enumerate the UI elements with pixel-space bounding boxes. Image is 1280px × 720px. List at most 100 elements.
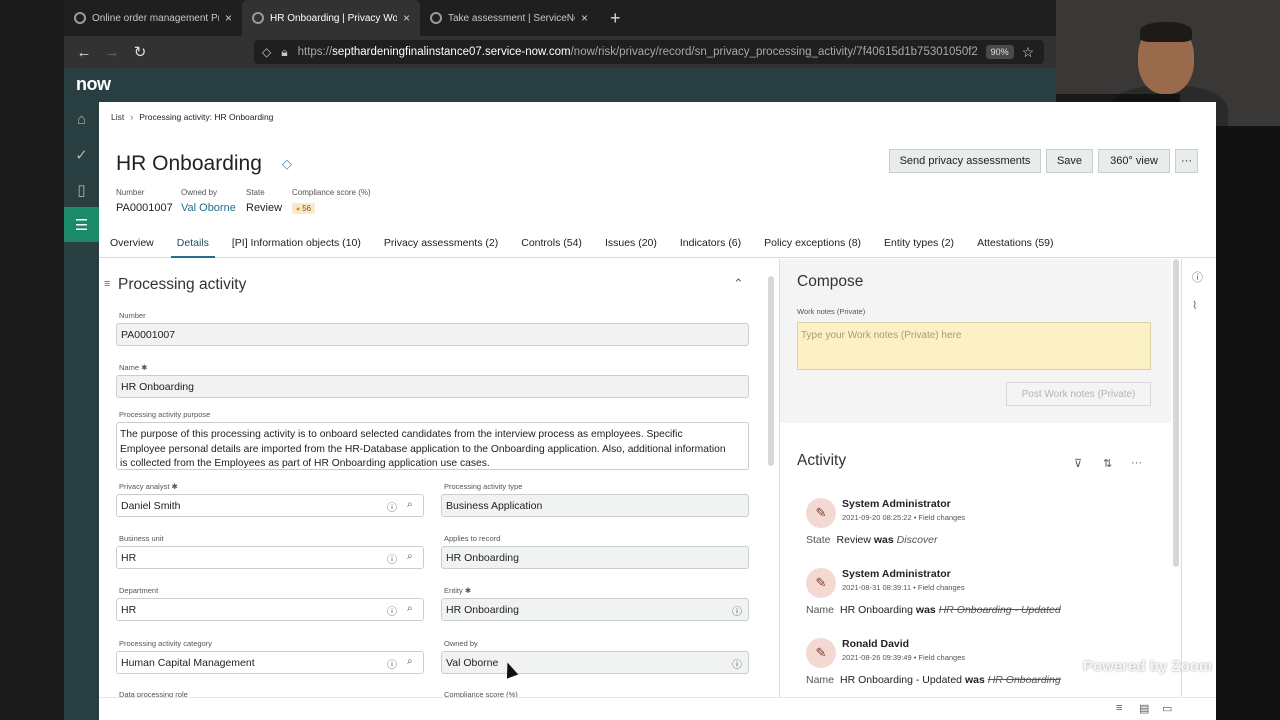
zoom-indicator[interactable]: 90% bbox=[985, 45, 1014, 59]
reload-icon[interactable]: ↻ bbox=[126, 43, 154, 61]
right-background bbox=[1216, 126, 1280, 720]
sort-icon[interactable]: ⇅ bbox=[1103, 457, 1112, 470]
back-icon[interactable]: ← bbox=[70, 44, 98, 61]
browser-tab[interactable]: Take assessment | ServiceNow × bbox=[420, 0, 598, 36]
search-icon[interactable]: ⌕ bbox=[407, 551, 413, 562]
info-icon[interactable]: ⓘ bbox=[387, 656, 397, 671]
business-unit-value: HR bbox=[121, 552, 137, 564]
entry-author[interactable]: System Administrator bbox=[842, 498, 951, 510]
entry-author[interactable]: System Administrator bbox=[842, 568, 951, 580]
tab-information-objects[interactable]: [PI] Information objects (10) bbox=[232, 230, 361, 257]
chevron-up-icon[interactable]: ⌃ bbox=[733, 276, 744, 292]
tab-issues[interactable]: Issues (20) bbox=[605, 230, 657, 257]
tab-policy-exceptions[interactable]: Policy exceptions (8) bbox=[764, 230, 861, 257]
post-worknotes-button[interactable]: Post Work notes (Private) bbox=[1006, 382, 1151, 406]
tab-entity-types[interactable]: Entity types (2) bbox=[884, 230, 954, 257]
compliance-badge: 56 bbox=[292, 203, 316, 214]
browser-tab-active[interactable]: HR Onboarding | Privacy Worksp × bbox=[242, 0, 420, 36]
list-view-icon[interactable]: ≡ bbox=[1116, 702, 1122, 714]
page-title: HR Onboarding bbox=[116, 152, 262, 175]
worknotes-input[interactable]: Type your Work notes (Private) here bbox=[797, 322, 1151, 370]
tab-privacy-assessments[interactable]: Privacy assessments (2) bbox=[384, 230, 498, 257]
purpose-textarea[interactable]: The purpose of this processing activity … bbox=[116, 422, 749, 470]
clipboard-icon[interactable]: ▯ bbox=[64, 172, 99, 207]
record-form: List › Processing activity: HR Onboardin… bbox=[99, 102, 1216, 720]
star-icon[interactable]: ☆ bbox=[1022, 44, 1035, 61]
full-view-icon[interactable]: ▭ bbox=[1162, 702, 1172, 715]
entity-field[interactable]: HR Onboarding ⓘ bbox=[441, 598, 749, 621]
address-bar[interactable]: ◇ 🔒︎ https://septhardeningfinalinstance0… bbox=[254, 40, 1044, 64]
owned-by-field[interactable]: Val Oborne ⓘ bbox=[441, 651, 749, 674]
activity-type-field[interactable]: Business Application bbox=[441, 494, 749, 517]
section-title: Processing activity bbox=[118, 276, 247, 293]
owned-field-label: Owned by bbox=[444, 639, 478, 648]
privacy-analyst-field[interactable]: Daniel Smith ⓘ ⌕ bbox=[116, 494, 424, 517]
drag-handle-icon[interactable]: ≡ bbox=[104, 278, 110, 290]
close-icon[interactable]: × bbox=[581, 11, 588, 25]
browser-tab[interactable]: Online order management Proce × bbox=[64, 0, 242, 36]
name-field[interactable]: HR Onboarding bbox=[116, 375, 749, 398]
breadcrumb-list-link[interactable]: List bbox=[111, 112, 124, 122]
close-icon[interactable]: × bbox=[403, 11, 410, 25]
activity-scrollbar[interactable] bbox=[1173, 259, 1179, 567]
browser-tab-label: Online order management Proce bbox=[92, 12, 219, 24]
form-scrollbar[interactable] bbox=[768, 276, 774, 466]
purpose-field-label: Processing activity purpose bbox=[119, 410, 211, 419]
search-icon[interactable]: ⌕ bbox=[407, 499, 413, 510]
servicenow-logo[interactable]: now bbox=[76, 74, 111, 95]
info-icon[interactable]: ⓘ bbox=[732, 656, 742, 671]
compliance-label: Compliance score (%) bbox=[292, 188, 371, 197]
info-icon[interactable]: ⓘ bbox=[732, 603, 742, 618]
tab-controls[interactable]: Controls (54) bbox=[521, 230, 582, 257]
breadcrumb: List › Processing activity: HR Onboardin… bbox=[111, 112, 273, 122]
info-icon[interactable]: ⓘ bbox=[387, 551, 397, 566]
applies-to-record-field[interactable]: HR Onboarding bbox=[441, 546, 749, 569]
new-tab-button[interactable]: + bbox=[598, 0, 621, 36]
privacy-analyst-value: Daniel Smith bbox=[121, 500, 181, 512]
tab-details[interactable]: Details bbox=[170, 230, 216, 258]
home-icon[interactable]: ⌂ bbox=[64, 102, 99, 137]
activity-title: Activity bbox=[797, 452, 847, 469]
info-icon[interactable]: ⓘ bbox=[387, 499, 397, 514]
search-icon[interactable]: ⌕ bbox=[407, 603, 413, 614]
bu-field-label: Business unit bbox=[119, 534, 164, 543]
tag-icon[interactable]: ◇ bbox=[282, 156, 292, 172]
split-view-icon[interactable]: ▤ bbox=[1139, 702, 1149, 715]
save-button[interactable]: Save bbox=[1046, 149, 1093, 173]
entry-change: Name HR Onboarding - Updated was HR Onboa… bbox=[806, 674, 1061, 686]
business-unit-field[interactable]: HR ⓘ ⌕ bbox=[116, 546, 424, 569]
more-icon[interactable]: ··· bbox=[1131, 457, 1142, 469]
check-circle-icon[interactable]: ✓ bbox=[64, 137, 99, 172]
number-field[interactable]: PA0001007 bbox=[116, 323, 749, 346]
paperclip-icon[interactable]: ⌇ bbox=[1192, 299, 1197, 312]
info-icon[interactable]: ⓘ bbox=[1192, 269, 1203, 285]
entry-meta: 2021-08-26 09:39:49 • Field changes bbox=[842, 653, 966, 662]
more-actions-button[interactable]: ··· bbox=[1175, 149, 1198, 173]
owned-by-link[interactable]: Val Oborne bbox=[181, 202, 236, 214]
filter-icon[interactable]: ⊽ bbox=[1074, 457, 1082, 470]
record-tabs: Overview Details [PI] Information object… bbox=[99, 230, 1216, 258]
list-icon[interactable]: ☰ bbox=[64, 207, 99, 242]
send-privacy-assessments-button[interactable]: Send privacy assessments bbox=[889, 149, 1041, 173]
entry-change: Name HR Onboarding was HR Onboarding - Up… bbox=[806, 604, 1061, 616]
info-icon[interactable]: ⓘ bbox=[387, 603, 397, 618]
tab-attestations[interactable]: Attestations (59) bbox=[977, 230, 1053, 257]
analyst-field-label: Privacy analyst ✱ bbox=[119, 482, 178, 491]
forward-icon[interactable]: → bbox=[98, 44, 126, 61]
tab-overview[interactable]: Overview bbox=[110, 230, 154, 257]
lock-icon: 🔒︎ bbox=[281, 44, 288, 59]
browser-toolbar: ← → ↻ ◇ 🔒︎ https://septhardeningfinalins… bbox=[64, 36, 1056, 68]
activity-entry: ✎ System Administrator 2021-08-31 08:39:… bbox=[780, 562, 1171, 632]
department-field[interactable]: HR ⓘ ⌕ bbox=[116, 598, 424, 621]
360-view-button[interactable]: 360° view bbox=[1098, 149, 1170, 173]
search-icon[interactable]: ⌕ bbox=[407, 656, 413, 667]
owned-by-value: Val Oborne bbox=[446, 657, 499, 669]
category-field-label: Processing activity category bbox=[119, 639, 212, 648]
entry-author[interactable]: Ronald David bbox=[842, 638, 909, 650]
category-value: Human Capital Management bbox=[121, 657, 255, 669]
entry-meta: 2021-08-31 08:39:11 • Field changes bbox=[842, 583, 965, 592]
close-icon[interactable]: × bbox=[225, 11, 232, 25]
category-field[interactable]: Human Capital Management ⓘ ⌕ bbox=[116, 651, 424, 674]
footer-bar: ≡ ▤ ▭ bbox=[99, 697, 1216, 720]
tab-indicators[interactable]: Indicators (6) bbox=[680, 230, 741, 257]
